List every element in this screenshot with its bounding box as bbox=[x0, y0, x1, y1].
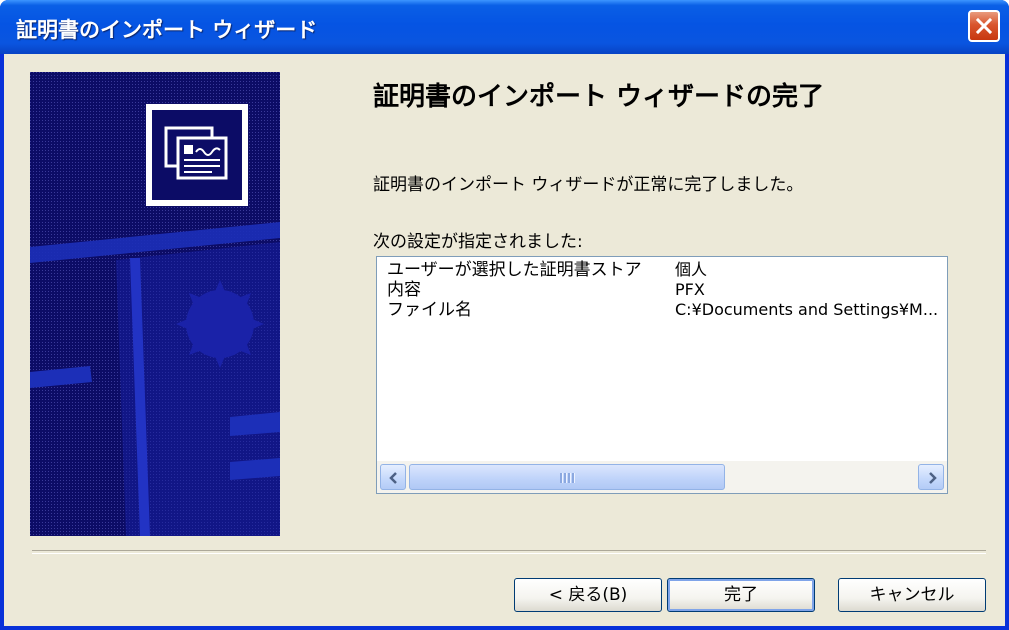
cancel-button[interactable]: キャンセル bbox=[838, 578, 986, 612]
dialog-body: 証明書のインポート ウィザードの完了 証明書のインポート ウィザードが正常に完了… bbox=[4, 54, 1005, 626]
setting-name: 内容 bbox=[387, 280, 421, 300]
back-button[interactable]: < 戻る(B) bbox=[514, 578, 662, 612]
list-item[interactable]: ユーザーが選択した証明書ストア 個人 bbox=[387, 260, 947, 280]
wizard-side-banner bbox=[30, 72, 280, 536]
scroll-right-button[interactable] bbox=[918, 464, 944, 490]
scroll-thumb[interactable] bbox=[409, 464, 725, 490]
wizard-heading: 証明書のインポート ウィザードの完了 bbox=[373, 82, 825, 112]
title-bar[interactable]: 証明書のインポート ウィザード bbox=[0, 0, 1009, 54]
list-item[interactable]: 内容 PFX bbox=[387, 280, 947, 300]
settings-label: 次の設定が指定されました: bbox=[373, 232, 583, 252]
separator bbox=[32, 550, 986, 554]
finish-button[interactable]: 完了 bbox=[667, 578, 815, 612]
setting-value: PFX bbox=[675, 280, 705, 299]
horizontal-scrollbar[interactable] bbox=[377, 461, 947, 493]
scroll-left-button[interactable] bbox=[380, 464, 406, 490]
completion-message: 証明書のインポート ウィザードが正常に完了しました。 bbox=[373, 175, 804, 195]
settings-list[interactable]: ユーザーが選択した証明書ストア 個人 内容 PFX ファイル名 C:¥Docum… bbox=[376, 256, 948, 494]
certificate-icon bbox=[146, 104, 248, 206]
setting-name: ユーザーが選択した証明書ストア bbox=[387, 260, 642, 280]
import-wizard-window: 証明書のインポート ウィザード 証明書のインポート ウィザードの完了 証明書のイ… bbox=[0, 0, 1009, 630]
scroll-thumb-grip bbox=[560, 473, 575, 483]
setting-value: C:¥Documents and Settings¥M... bbox=[675, 300, 939, 319]
window-title: 証明書のインポート ウィザード bbox=[16, 18, 318, 42]
setting-value: 個人 bbox=[675, 260, 708, 279]
list-item[interactable]: ファイル名 C:¥Documents and Settings¥M... bbox=[387, 300, 947, 320]
setting-name: ファイル名 bbox=[387, 300, 472, 320]
settings-rows: ユーザーが選択した証明書ストア 個人 内容 PFX ファイル名 C:¥Docum… bbox=[377, 257, 947, 457]
close-button[interactable] bbox=[968, 10, 1000, 42]
